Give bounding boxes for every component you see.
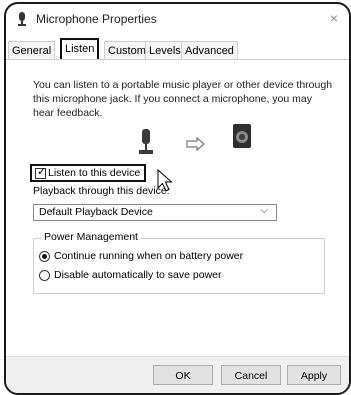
properties-dialog: Microphone Properties × General Listen C…	[4, 2, 351, 395]
listen-checkbox[interactable]: ✓	[35, 166, 47, 179]
apply-button[interactable]: Apply	[287, 365, 341, 385]
radio-continue-running[interactable]	[39, 251, 50, 262]
microphone-icon	[136, 127, 156, 157]
radio-disable-automatically[interactable]	[39, 270, 50, 281]
title-bar: Microphone Properties ×	[6, 4, 349, 34]
option-continue-label[interactable]: Continue running when on battery power	[54, 250, 243, 262]
listen-panel: You can listen to a portable music playe…	[6, 60, 349, 357]
microphone-app-icon	[15, 11, 29, 27]
window-title: Microphone Properties	[36, 12, 157, 26]
power-management-group: Power Management Continue running when o…	[33, 231, 325, 294]
listen-description: You can listen to a portable music playe…	[33, 79, 333, 119]
playback-device-value: Default Playback Device	[39, 206, 153, 218]
close-button[interactable]: ×	[325, 9, 343, 27]
tab-advanced[interactable]: Advanced	[181, 41, 238, 59]
listen-checkbox-label: Listen to this device	[48, 167, 141, 179]
dialog-button-bar: OK Cancel Apply	[6, 356, 349, 393]
cancel-button[interactable]: Cancel	[221, 365, 281, 385]
tab-general[interactable]: General	[8, 41, 56, 59]
chevron-down-icon: ⌵	[260, 205, 268, 216]
checkmark-icon: ✓	[37, 166, 47, 178]
ok-button[interactable]: OK	[153, 365, 213, 385]
power-management-title: Power Management	[41, 231, 141, 243]
tab-levels[interactable]: Levels	[145, 41, 185, 59]
radio-selected-dot	[42, 254, 47, 259]
option-disable-label[interactable]: Disable automatically to save power	[54, 269, 222, 281]
speaker-icon	[231, 123, 253, 149]
playback-device-select[interactable]: Default Playback Device ⌵	[33, 204, 277, 221]
playback-label: Playback through this device:	[33, 185, 170, 197]
tab-custom[interactable]: Custom	[104, 41, 150, 59]
listen-to-device-option[interactable]: ✓ Listen to this device	[30, 164, 146, 182]
tab-strip: General Listen Custom Levels Advanced	[6, 38, 349, 60]
arrow-right-icon	[186, 136, 206, 152]
tab-listen[interactable]: Listen	[60, 38, 100, 60]
